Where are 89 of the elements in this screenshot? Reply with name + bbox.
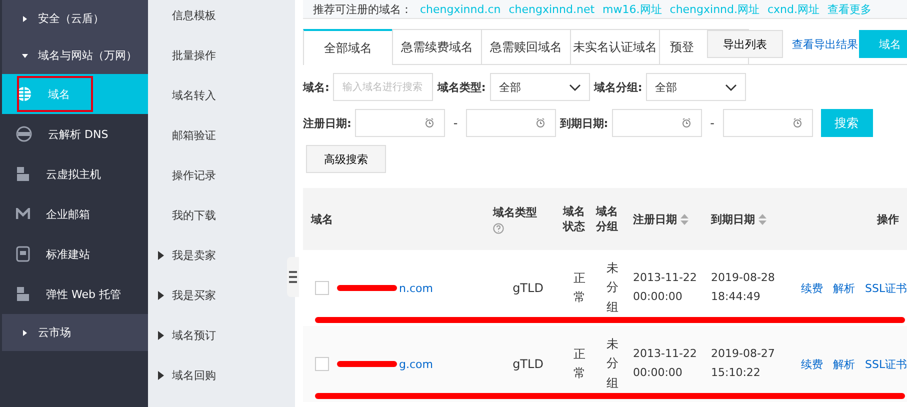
column-header: 域名类型 <box>493 204 537 220</box>
clock-icon <box>425 118 434 128</box>
table-cell-text: 2013-11-22 00:00:00 <box>633 270 698 305</box>
field-label: 注册日期: <box>303 116 352 130</box>
domain-link[interactable]: g.com <box>399 358 433 370</box>
submenu-item[interactable]: 信息模板 <box>148 0 268 35</box>
server-icon <box>16 166 30 182</box>
list-icon <box>289 271 297 283</box>
table-cell-text: 2019-08-27 15:10:22 <box>711 346 776 381</box>
field-label: 域名: <box>303 80 330 94</box>
range-dash: - <box>453 116 458 130</box>
server-icon <box>16 286 30 302</box>
table-cell-text: 未分组 <box>606 260 618 316</box>
clock-icon <box>682 118 692 128</box>
action-link[interactable]: SSL证书 <box>865 280 907 296</box>
redaction-mark <box>337 284 397 292</box>
advanced-search-button[interactable]: 高级搜索 <box>306 145 386 173</box>
checkbox[interactable] <box>315 281 329 295</box>
field-label: 到期日期: <box>560 116 608 130</box>
caret-right-icon <box>158 250 164 260</box>
export-results-link[interactable]: 查看导出结果 <box>792 37 858 52</box>
caret-right-icon <box>158 330 164 340</box>
date-field[interactable] <box>355 109 446 137</box>
checkbox[interactable] <box>315 357 329 371</box>
m-letter-icon <box>16 208 30 220</box>
suggestion-label: 推荐可注册的域名： <box>313 2 412 16</box>
table-cell: gTLD <box>512 357 544 371</box>
date-field[interactable] <box>722 109 812 137</box>
column-header: 域名 <box>311 212 333 226</box>
globe-icon <box>16 86 32 102</box>
action-link[interactable]: 续费 <box>801 356 823 372</box>
caret-right-icon <box>158 370 164 380</box>
sidebar-group[interactable]: 域名与网站（万网） <box>2 37 148 74</box>
caret-down-icon <box>21 52 29 60</box>
help-icon <box>493 222 504 234</box>
column-header: 域名分组 <box>596 204 619 234</box>
collapse-handle[interactable] <box>287 257 299 297</box>
range-dash: - <box>710 116 714 130</box>
redaction-mark <box>337 360 397 368</box>
monitor-icon <box>16 246 30 262</box>
submenu-item[interactable]: 我是买家 <box>148 275 254 315</box>
submenu-item[interactable]: 域名回购 <box>148 355 254 395</box>
field-label: 域名类型: <box>437 80 486 94</box>
table-cell: gTLD <box>512 281 544 295</box>
clock-icon <box>792 118 802 128</box>
sidebar-item[interactable]: 标准建站 <box>2 234 148 274</box>
submenu-item[interactable]: 操作记录 <box>148 155 268 195</box>
column-header: 域名状态 <box>563 204 586 234</box>
clock-icon <box>536 118 545 128</box>
submenu-item[interactable]: 我是卖家 <box>148 235 254 275</box>
action-link[interactable]: 解析 <box>833 356 855 372</box>
tab[interactable]: 全部域名 <box>303 29 393 65</box>
table-cell-text: 2019-08-28 18:44:49 <box>711 270 776 305</box>
column-header[interactable]: 注册日期 <box>633 212 677 226</box>
submenu-item[interactable]: 批量操作 <box>148 35 268 75</box>
action-link[interactable]: SSL证书 <box>865 356 907 372</box>
chevron-down-icon <box>725 84 738 90</box>
action-link[interactable]: 续费 <box>801 280 823 296</box>
submenu-item[interactable]: 我的下载 <box>148 195 268 235</box>
chevron-down-icon <box>568 84 581 90</box>
caret-right-icon <box>158 290 164 300</box>
submenu-item[interactable]: 域名转入 <box>148 75 268 115</box>
column-header[interactable]: 到期日期 <box>711 212 755 226</box>
group-dropdown[interactable]: 全部 <box>646 73 746 101</box>
table-cell-text: 未分组 <box>606 336 618 392</box>
date-field[interactable] <box>612 109 702 137</box>
action-link[interactable]: 解析 <box>833 280 855 296</box>
submenu-item[interactable]: 域名预订 <box>148 315 254 355</box>
sidebar-item[interactable]: 云虚拟主机 <box>2 154 148 194</box>
sidebar-group[interactable]: 云市场 <box>2 314 148 351</box>
caret-right-icon <box>21 328 29 336</box>
sidebar-item[interactable]: 企业邮箱 <box>2 194 148 234</box>
sidebar-item[interactable]: 弹性 Web 托管 <box>2 274 148 314</box>
column-header: 操作 <box>877 212 899 226</box>
table-cell-text: 正常 <box>574 270 586 306</box>
sidebar-item[interactable]: 云解析 DNS <box>2 114 148 154</box>
submenu-item[interactable]: 邮箱验证 <box>148 115 268 155</box>
sidebar-group[interactable]: 安全（云盾） <box>2 0 148 37</box>
type-dropdown[interactable]: 全部 <box>490 73 590 101</box>
caret-right-icon <box>21 14 29 22</box>
sort-icon[interactable] <box>680 212 689 226</box>
field-label: 域名分组: <box>594 80 642 94</box>
table-cell-text: 2013-11-22 00:00:00 <box>633 346 698 381</box>
date-field[interactable] <box>466 109 556 137</box>
export-button[interactable]: 导出列表 <box>707 30 783 58</box>
table-cell-text: 正常 <box>574 346 586 382</box>
sort-icon[interactable] <box>758 212 767 226</box>
domain-link[interactable]: n.com <box>399 282 433 294</box>
domain-search-field[interactable]: 输入域名进行搜索 <box>333 73 434 101</box>
